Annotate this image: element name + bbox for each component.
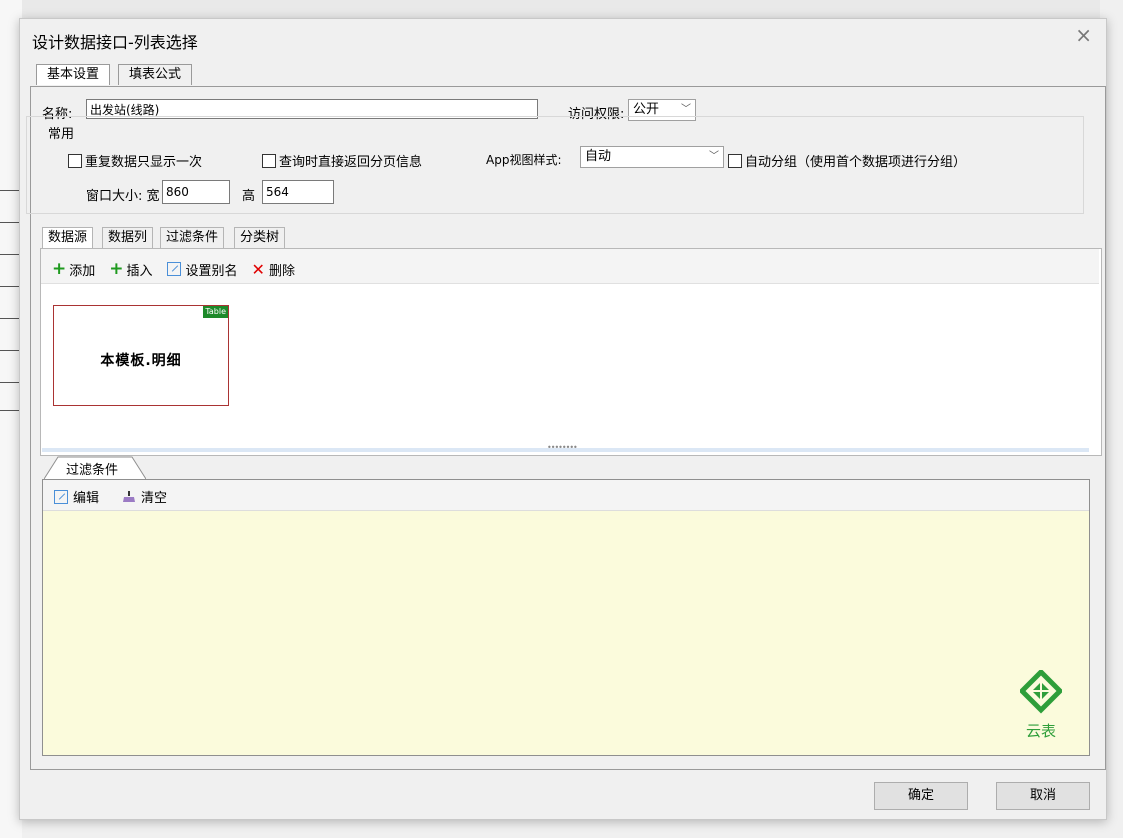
return-page-info-checkbox[interactable]: 查询时直接返回分页信息	[262, 151, 422, 170]
insert-button[interactable]: + 插入	[109, 259, 152, 279]
edit-icon	[166, 262, 181, 276]
set-alias-button[interactable]: 设置别名	[166, 260, 238, 279]
broom-icon	[123, 490, 136, 502]
auto-group-checkbox[interactable]: 自动分组（使用首个数据项进行分组）	[728, 151, 966, 170]
chevron-down-icon: ﹀	[709, 151, 719, 162]
plus-icon: +	[109, 259, 124, 279]
common-group-label: 常用	[46, 127, 77, 142]
tab-category-tree[interactable]: 分类树	[234, 227, 286, 248]
show-once-label: 重复数据只显示一次	[85, 155, 203, 170]
tab-fill-formula[interactable]: 填表公式	[118, 64, 193, 85]
cancel-button[interactable]: 取消	[996, 782, 1090, 810]
return-page-info-label: 查询时直接返回分页信息	[279, 155, 423, 170]
edit-label: 编辑	[73, 491, 100, 506]
delete-button[interactable]: ✕ 删除	[252, 260, 295, 279]
auto-group-label: 自动分组（使用首个数据项进行分组）	[745, 155, 967, 170]
app-style-select[interactable]: 自动 ﹀	[580, 146, 724, 168]
splitter-handle[interactable]: ••••••••	[42, 443, 1089, 452]
delete-label: 删除	[268, 263, 295, 279]
checkbox-box	[68, 153, 82, 168]
edit-icon	[54, 489, 68, 504]
table-badge: Table	[203, 306, 228, 318]
tab-data-columns[interactable]: 数据列	[102, 227, 154, 248]
tab-filter[interactable]: 过滤条件	[66, 459, 118, 478]
delete-x-icon: ✕	[251, 259, 265, 279]
tab-data-source[interactable]: 数据源	[42, 227, 94, 248]
logo-text: 云表	[1025, 722, 1056, 740]
filter-toolbar-bg	[43, 480, 1089, 511]
clear-label: 清空	[141, 491, 168, 506]
tab-filter-conditions[interactable]: 过滤条件	[160, 227, 225, 248]
window-width-input[interactable]	[162, 180, 230, 204]
ok-button[interactable]: 确定	[874, 782, 968, 810]
app-style-value: 自动	[585, 149, 612, 164]
plus-icon: +	[52, 259, 67, 279]
add-button[interactable]: + 添加	[52, 259, 95, 279]
checkbox-box	[728, 153, 742, 168]
app-style-label: App视图样式:	[486, 153, 562, 167]
set-alias-label: 设置别名	[185, 263, 238, 279]
access-value: 公开	[633, 102, 660, 117]
clear-button[interactable]: 清空	[121, 487, 167, 506]
splitter-grip-icon: ••••••••	[547, 443, 578, 452]
tab-basic-settings[interactable]: 基本设置	[36, 64, 111, 85]
edit-button[interactable]: 编辑	[54, 487, 99, 506]
filter-panel	[42, 479, 1090, 756]
window-height-label: 高	[242, 189, 256, 204]
window-height-input[interactable]	[262, 180, 334, 204]
checkbox-box	[262, 153, 276, 168]
yunbiao-logo: 云表	[1018, 668, 1064, 746]
dialog-title: 设计数据接口-列表选择	[32, 33, 198, 52]
filter-toolbar: 编辑 清空	[54, 487, 181, 506]
data-source-toolbar: + 添加 + 插入 设置别名 ✕ 删除	[52, 259, 309, 279]
insert-label: 插入	[126, 263, 153, 279]
logo-diamond-icon	[1018, 668, 1064, 714]
show-once-checkbox[interactable]: 重复数据只显示一次	[68, 151, 202, 170]
window-size-label: 窗口大小: 宽	[86, 189, 160, 204]
add-label: 添加	[69, 263, 96, 279]
table-card[interactable]: Table 本模板.明细	[53, 305, 229, 406]
table-card-label: 本模板.明细	[100, 353, 182, 369]
close-icon[interactable]: ×	[1075, 23, 1092, 47]
